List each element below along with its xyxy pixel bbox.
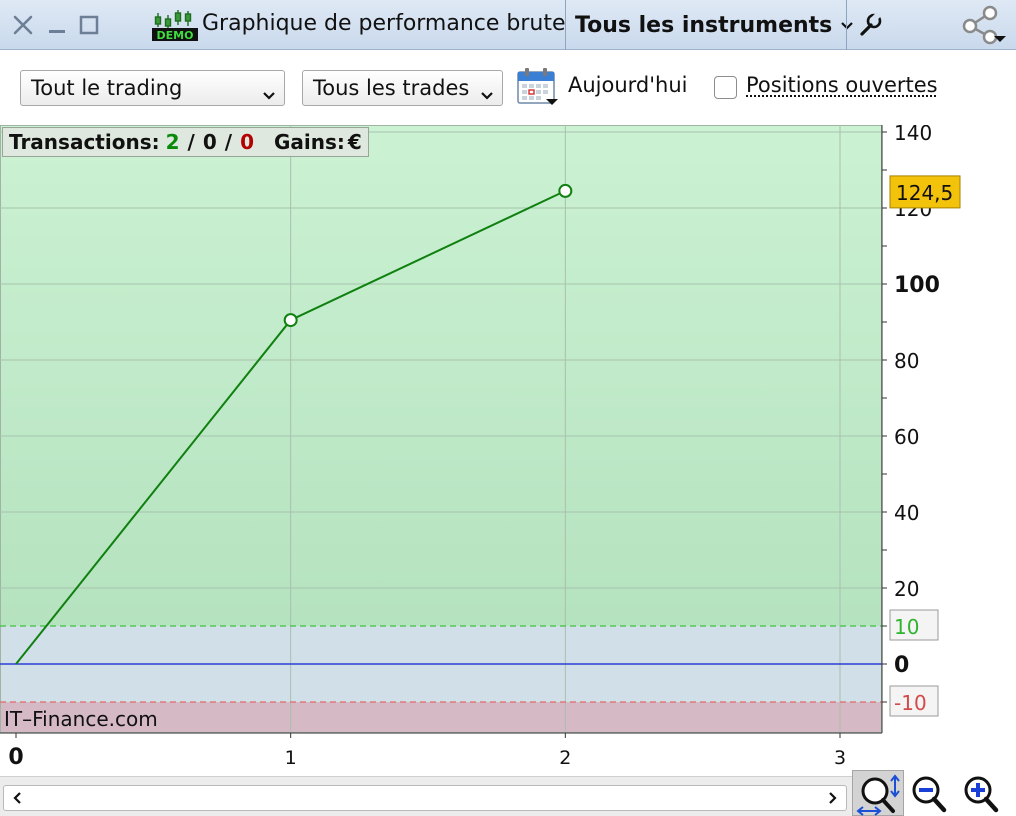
maximize-icon[interactable] — [74, 0, 104, 50]
instrument-selector-label: Tous les instruments — [575, 12, 833, 38]
demo-chart-icon: DEMO — [152, 9, 198, 42]
chevron-down-icon — [262, 82, 276, 106]
y-tick-label: 100 — [894, 273, 940, 298]
open-positions-label[interactable]: Positions ouvertes — [746, 73, 938, 97]
watermark: IT–Finance.com — [4, 707, 158, 731]
upper-threshold-label: 10 — [894, 615, 919, 639]
title-separator — [846, 0, 847, 50]
wins-count: 2 — [165, 130, 180, 154]
close-icon[interactable] — [8, 0, 38, 50]
minimize-icon[interactable] — [42, 0, 72, 50]
title-bar: DEMO Graphique de performance brute Tous… — [0, 0, 1016, 50]
trades-filter-value: Tous les trades — [313, 76, 470, 100]
wrench-icon[interactable] — [850, 0, 890, 50]
y-tick-label: 60 — [894, 425, 919, 449]
profit-zone — [0, 125, 882, 626]
y-tick-label: 20 — [894, 577, 919, 601]
data-point[interactable] — [558, 183, 573, 198]
y-tick-label: 140 — [894, 125, 932, 145]
zoom-tools — [852, 770, 1016, 816]
window-title: Graphique de performance brute — [202, 11, 566, 36]
scroll-right-icon[interactable] — [822, 788, 842, 808]
y-tick-label: 80 — [894, 349, 919, 373]
y-tick-label: 0 — [894, 653, 909, 678]
share-icon[interactable] — [960, 4, 1008, 46]
zoom-fit-icon[interactable] — [852, 770, 904, 816]
demo-badge-text: DEMO — [157, 29, 194, 41]
count-separator: / — [187, 130, 195, 154]
open-positions-checkbox[interactable] — [714, 76, 737, 99]
x-tick-label: 2 — [559, 747, 571, 769]
transactions-label: Transactions: — [9, 130, 160, 154]
lower-threshold-label: -10 — [894, 691, 927, 715]
last-value-label: 124,5 — [896, 181, 953, 205]
scrollbar-track[interactable] — [3, 785, 847, 811]
calendar-icon[interactable] — [516, 67, 560, 107]
chevron-down-icon — [480, 82, 494, 106]
gains-label: Gains: — [274, 130, 345, 154]
horizontal-scrollbar[interactable] — [0, 776, 852, 816]
filter-toolbar: Tout le trading Tous les trades Aujourd'… — [0, 51, 1016, 121]
trading-filter-value: Tout le trading — [31, 76, 183, 100]
x-tick-label: 1 — [285, 747, 297, 769]
instrument-selector[interactable]: Tous les instruments — [566, 0, 854, 50]
y-tick-label: 40 — [894, 501, 919, 525]
x-tick-label: 3 — [834, 747, 846, 769]
x-tick-label: 0 — [8, 745, 23, 770]
scroll-left-icon[interactable] — [8, 788, 28, 808]
zoom-in-icon[interactable] — [960, 774, 1004, 814]
trades-filter-select[interactable]: Tous les trades — [302, 70, 503, 106]
data-point[interactable] — [283, 313, 298, 328]
chart-canvas: 14012010080604020010-100 1 2 3124,5 — [0, 125, 961, 770]
losses-count: 0 — [240, 130, 254, 154]
transactions-summary: Transactions: 2 / 0 / 0 Gains: € — [2, 127, 369, 157]
count-separator: / — [224, 130, 233, 154]
currency-symbol: € — [347, 130, 362, 154]
neutral-count: 0 — [202, 130, 217, 154]
trading-filter-select[interactable]: Tout le trading — [20, 70, 285, 106]
performance-chart: 140 120 100 80 60 40 20 0 10 -10 0 1 2 3 124,5 Transac… — [0, 125, 1016, 770]
today-button[interactable]: Aujourd'hui — [568, 73, 688, 97]
zoom-out-icon[interactable] — [908, 774, 952, 814]
